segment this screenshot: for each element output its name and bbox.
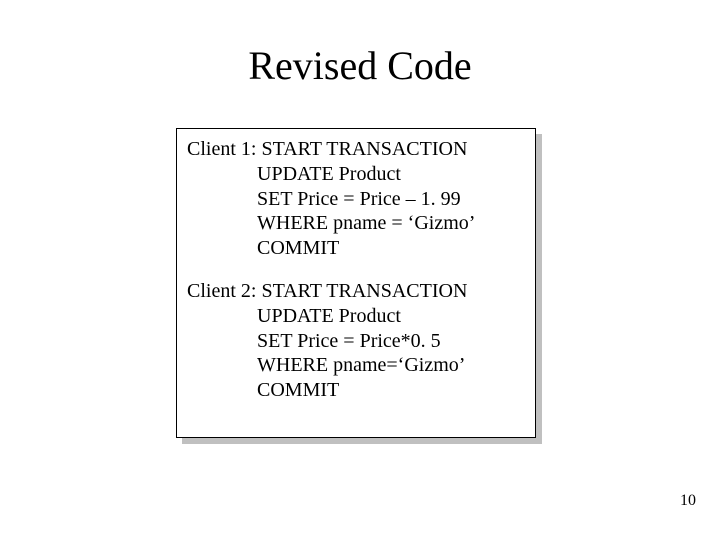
client1-update-kw: UPDATE xyxy=(257,163,339,185)
client1-where-expr: pname = ‘Gizmo’ xyxy=(333,212,475,234)
client2-prefix: Client 2: xyxy=(187,280,261,302)
client1-update: UPDATE Product xyxy=(187,162,525,187)
client1-update-tbl: Product xyxy=(339,163,401,185)
client2-update-kw: UPDATE xyxy=(257,305,339,327)
client1-set-kw: SET xyxy=(257,188,297,210)
client1-prefix: Client 1: xyxy=(187,138,261,160)
client2-where: WHERE pname=‘Gizmo’ xyxy=(187,353,525,378)
client1-set-expr: Price = Price – 1. 99 xyxy=(297,188,460,210)
client1-start: START TRANSACTION xyxy=(261,138,467,160)
client2-start: START TRANSACTION xyxy=(261,280,467,302)
client2-where-kw: WHERE xyxy=(257,354,333,376)
slide-title: Revised Code xyxy=(0,42,720,89)
client1-where: WHERE pname = ‘Gizmo’ xyxy=(187,211,525,236)
slide: Revised Code Client 1: START TRANSACTION… xyxy=(0,0,720,540)
page-number: 10 xyxy=(680,492,696,510)
code-box: Client 1: START TRANSACTION UPDATE Produ… xyxy=(176,128,536,438)
client2-header: Client 2: START TRANSACTION xyxy=(187,279,525,304)
client2-commit: COMMIT xyxy=(187,378,525,403)
client1-where-kw: WHERE xyxy=(257,212,333,234)
client2-where-expr: pname=‘Gizmo’ xyxy=(333,354,465,376)
client2-update-tbl: Product xyxy=(339,305,401,327)
client1-set: SET Price = Price – 1. 99 xyxy=(187,187,525,212)
client2-set-kw: SET xyxy=(257,330,297,352)
client1-header: Client 1: START TRANSACTION xyxy=(187,137,525,162)
client1-commit: COMMIT xyxy=(187,236,525,261)
client2-set: SET Price = Price*0. 5 xyxy=(187,329,525,354)
client2-set-expr: Price = Price*0. 5 xyxy=(297,330,440,352)
client2-update: UPDATE Product xyxy=(187,304,525,329)
gap xyxy=(187,261,525,279)
